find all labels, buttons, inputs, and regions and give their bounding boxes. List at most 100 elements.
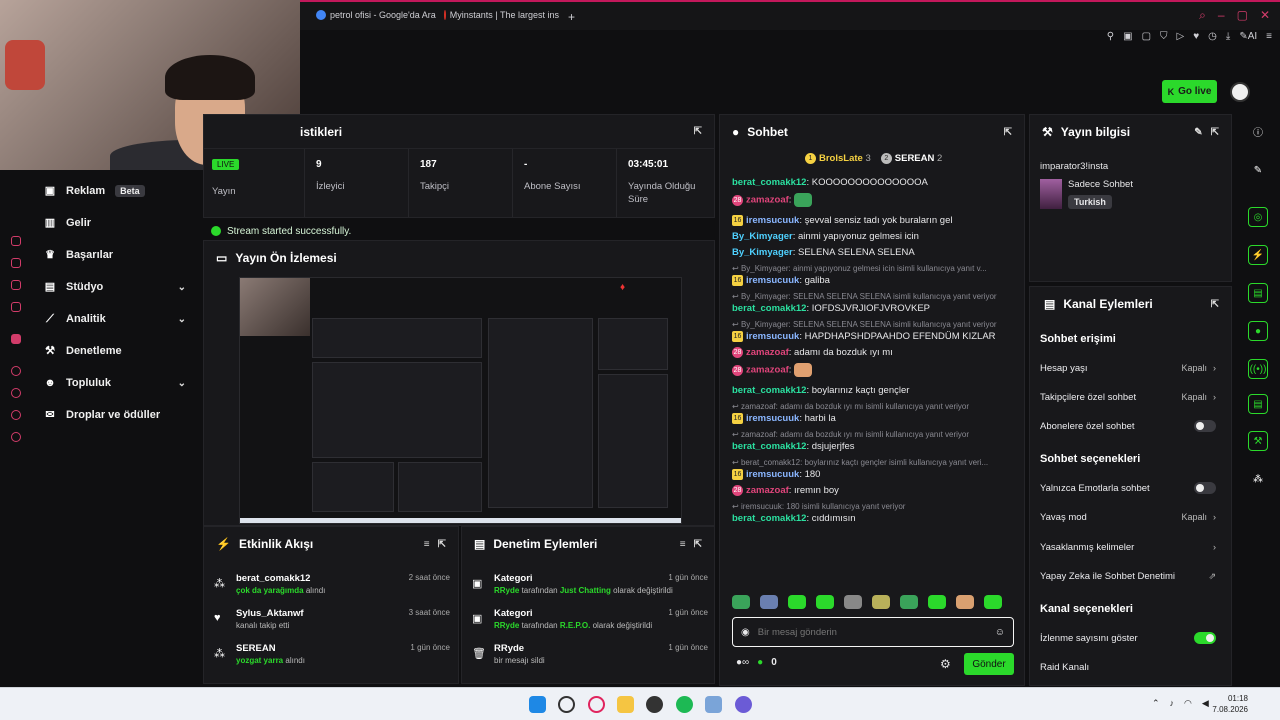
download-icon[interactable]: ⤓ — [1226, 31, 1230, 42]
snapshot-icon[interactable]: ▣ — [1123, 31, 1132, 42]
emote[interactable] — [984, 595, 1002, 609]
spotify-icon[interactable] — [676, 696, 693, 713]
chat-message[interactable]: 28 zamazoaf: — [732, 193, 1022, 207]
option-raid[interactable]: Raid Kanalı — [1040, 658, 1216, 676]
chat-message[interactable]: 16 iremsucuuk: galiba — [732, 275, 1022, 286]
sidebar-icon[interactable] — [11, 410, 21, 420]
sidebar-icon[interactable] — [11, 258, 21, 268]
browser-tab[interactable]: petrol ofisi - Google'da Ara — [316, 10, 436, 20]
option-account-age[interactable]: Hesap yaşı Kapalı › — [1040, 359, 1216, 377]
wrench-icon[interactable]: ⚒ — [1248, 431, 1268, 451]
option-followers-only[interactable]: Takipçilere özel sohbet Kapalı › — [1040, 388, 1216, 406]
wifi-icon[interactable]: ◠ — [1184, 698, 1192, 709]
avatar[interactable] — [1230, 82, 1250, 102]
sidebar-icon[interactable] — [11, 388, 21, 398]
close-icon[interactable]: ✕ — [1260, 8, 1270, 23]
nav-item-topluluk[interactable]: ☻ Topluluk ⌄ — [44, 373, 194, 393]
discord-icon[interactable] — [735, 696, 752, 713]
maximize-icon[interactable]: ▢ — [1237, 8, 1248, 23]
shield-icon[interactable]: ⛉ — [1160, 31, 1168, 42]
sidebar-icon[interactable] — [11, 280, 21, 290]
nav-item-denetleme[interactable]: ⚒ Denetleme — [44, 341, 194, 361]
chat-username[interactable]: berat_comakk12 — [732, 177, 806, 188]
filter-icon[interactable]: ≡ — [680, 539, 686, 550]
popout-icon[interactable]: ⇱ — [694, 126, 702, 137]
popout-icon[interactable]: ⇱ — [1211, 127, 1219, 138]
emote[interactable] — [844, 595, 862, 609]
nav-item-basarilar[interactable]: ♛ Başarılar — [44, 245, 194, 265]
nav-item-analitik[interactable]: ⟋ Analitik ⌄ — [44, 309, 194, 329]
emote[interactable] — [788, 595, 806, 609]
menu-icon[interactable]: ≡ — [1266, 31, 1272, 42]
chat-username[interactable]: berat_comakk12 — [732, 441, 806, 452]
chat-message[interactable]: 16 iremsucuuk: şevval sensiz tadı yok bur… — [732, 215, 1022, 226]
go-live-button[interactable]: K Go live — [1162, 80, 1217, 103]
emote[interactable] — [816, 595, 834, 609]
start-icon[interactable] — [529, 696, 546, 713]
nav-item-reklam[interactable]: ▣ Reklam Beta — [44, 181, 194, 201]
popout-icon[interactable]: ⇱ — [694, 539, 702, 550]
emote[interactable] — [956, 595, 974, 609]
chat-username[interactable]: By_Kimyager — [732, 247, 793, 258]
leader-entry[interactable]: 1 BrolsLate 3 — [805, 153, 871, 164]
box-icon[interactable]: ▢ — [1142, 31, 1151, 42]
opera-icon[interactable] — [588, 696, 605, 713]
chat-message[interactable]: 16 iremsucuuk: 180 — [732, 469, 1022, 480]
option-ai-moderation[interactable]: Yapay Zeka ile Sohbet Denetimi ⇗ — [1040, 567, 1216, 585]
ai-button[interactable]: ✎AI — [1239, 31, 1257, 42]
app-icon[interactable] — [705, 696, 722, 713]
chat-username[interactable]: iremsucuuk — [746, 413, 799, 424]
folder-icon[interactable] — [617, 696, 634, 713]
filter-icon[interactable]: ≡ — [424, 539, 430, 550]
sidebar-icon[interactable] — [11, 302, 21, 312]
activity-item[interactable]: ⁂ SEREAN yozgat yarra alındı 1 gün önce — [214, 643, 450, 673]
search-icon[interactable] — [558, 696, 575, 713]
shield-icon[interactable]: ◉ — [741, 627, 750, 638]
document-icon[interactable]: ▤ — [1248, 283, 1268, 303]
chat-username[interactable]: zamazoaf — [746, 195, 789, 206]
edit-icon[interactable]: ✎ — [1194, 127, 1202, 138]
edit-icon[interactable]: ✎ — [1248, 160, 1268, 180]
chat-message[interactable]: By_Kimyager: ainmi yapıyonuz gelmesi ici… — [732, 231, 1022, 242]
twitch-icon[interactable] — [11, 334, 21, 344]
sidebar-icon[interactable] — [11, 366, 21, 376]
search-icon[interactable]: ⌕ — [1199, 8, 1206, 23]
leader-entry[interactable]: 2 SEREAN 2 — [880, 153, 942, 164]
chat-message[interactable]: berat_comakk12: dsjujerjfes — [732, 441, 1022, 452]
emoji-icon[interactable]: ☺ — [995, 627, 1005, 638]
history-icon[interactable]: ◷ — [1208, 31, 1217, 42]
emote[interactable] — [928, 595, 946, 609]
chat-message[interactable]: berat_comakk12: boylarınız kaçtı gençler — [732, 385, 1022, 396]
sidebar-icon[interactable] — [11, 432, 21, 442]
chat-icon[interactable]: ● — [1248, 321, 1268, 341]
chat-username[interactable]: iremsucuuk — [746, 215, 799, 226]
chat-username[interactable]: iremsucuuk — [746, 331, 799, 342]
heart-icon[interactable]: ♥ — [1193, 31, 1199, 42]
settings-icon[interactable]: ⚙ — [940, 657, 951, 671]
activity-item[interactable]: ⁂ berat_comakk12 çok da yarağımda alındı… — [214, 573, 450, 603]
show-viewers-toggle[interactable] — [1194, 632, 1216, 644]
popout-icon[interactable]: ⇱ — [1211, 299, 1219, 310]
chat-username[interactable]: zamazoaf — [746, 347, 789, 358]
chat-message[interactable]: 16 iremsucuuk: HAPDHAPSHDPAAHDO EFENDÜM K… — [732, 331, 1022, 342]
chat-username[interactable]: berat_comakk12 — [732, 513, 806, 524]
nav-item-studyo[interactable]: ▤ Stüdyo ⌄ — [44, 277, 194, 297]
chat-username[interactable]: zamazoaf — [746, 365, 789, 376]
broadcast-icon[interactable]: ((•)) — [1248, 359, 1268, 379]
new-tab-button[interactable]: + — [568, 10, 575, 24]
play-icon[interactable]: ▷ — [1177, 31, 1185, 42]
camera-icon[interactable]: ◎ — [1248, 207, 1268, 227]
emote[interactable] — [872, 595, 890, 609]
pin-icon[interactable]: ⚲ — [1107, 31, 1114, 42]
popout-icon[interactable]: ⇱ — [438, 539, 446, 550]
chat-username[interactable]: zamazoaf — [746, 485, 789, 496]
moderation-item[interactable]: ▣ Kategori RRyde tarafından R.E.P.O. ola… — [472, 608, 708, 638]
chat-username[interactable]: iremsucuuk — [746, 275, 799, 286]
app-icon[interactable] — [646, 696, 663, 713]
emote[interactable] — [732, 595, 750, 609]
bolt-icon[interactable]: ⚡ — [1248, 245, 1268, 265]
chat-message[interactable]: 28 zamazoaf: ıremın boy — [732, 485, 1022, 496]
nav-item-droplar[interactable]: ✉ Droplar ve ödüller — [44, 405, 194, 425]
microphone-icon[interactable]: ♪ — [1170, 698, 1175, 709]
chevron-up-icon[interactable]: ⌃ — [1152, 698, 1160, 709]
